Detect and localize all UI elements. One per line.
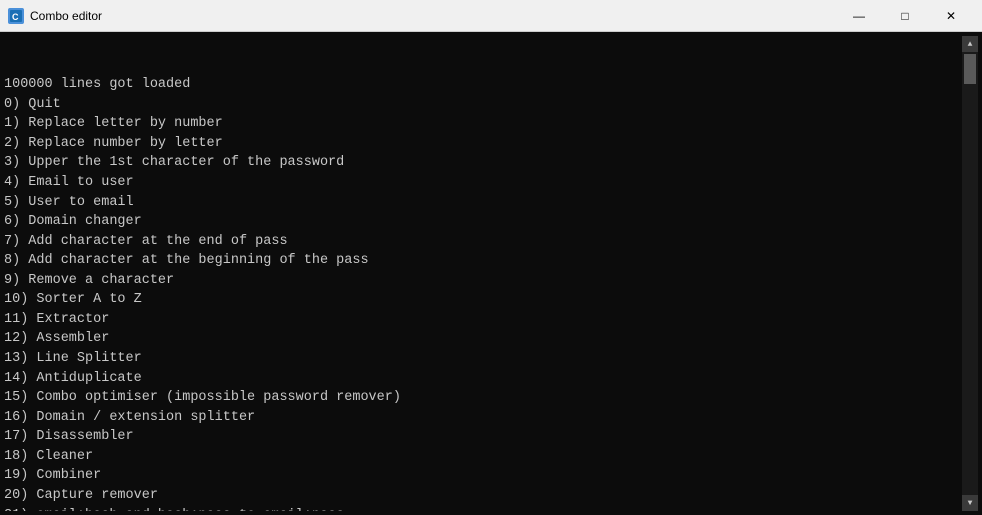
terminal-line: 14) Antiduplicate [4, 369, 962, 389]
terminal-line: 3) Upper the 1st character of the passwo… [4, 153, 962, 173]
terminal-line: 17) Disassembler [4, 427, 962, 447]
window-controls: — □ ✕ [836, 0, 974, 32]
terminal-line: 100000 lines got loaded [4, 75, 962, 95]
scrollbar-thumb[interactable] [964, 54, 976, 84]
title-bar: C Combo editor — □ ✕ [0, 0, 982, 32]
terminal-content: 100000 lines got loaded0) Quit1) Replace… [4, 36, 962, 511]
terminal-line: 7) Add character at the end of pass [4, 232, 962, 252]
terminal-line: 19) Combiner [4, 466, 962, 486]
terminal-line: 13) Line Splitter [4, 349, 962, 369]
window-title: Combo editor [30, 9, 836, 23]
scrollbar-track[interactable] [962, 52, 978, 495]
terminal-line: 20) Capture remover [4, 486, 962, 506]
scroll-up-button[interactable]: ▲ [962, 36, 978, 52]
terminal-line: 1) Replace letter by number [4, 114, 962, 134]
terminal-line: 15) Combo optimiser (impossible password… [4, 388, 962, 408]
terminal-line: 18) Cleaner [4, 447, 962, 467]
close-button[interactable]: ✕ [928, 0, 974, 32]
app-icon: C [8, 8, 24, 24]
terminal-line: 10) Sorter A to Z [4, 290, 962, 310]
svg-text:C: C [12, 12, 19, 22]
scroll-down-button[interactable]: ▼ [962, 495, 978, 511]
terminal-line: 6) Domain changer [4, 212, 962, 232]
terminal-line: 2) Replace number by letter [4, 134, 962, 154]
terminal-line: 5) User to email [4, 193, 962, 213]
terminal-line: 11) Extractor [4, 310, 962, 330]
terminal-line: 0) Quit [4, 95, 962, 115]
terminal-line: 21) email:hash and hash:pass to email:pa… [4, 506, 962, 512]
maximize-button[interactable]: □ [882, 0, 928, 32]
terminal-line: 9) Remove a character [4, 271, 962, 291]
terminal-line: 4) Email to user [4, 173, 962, 193]
minimize-button[interactable]: — [836, 0, 882, 32]
terminal-line: 16) Domain / extension splitter [4, 408, 962, 428]
terminal-line: 12) Assembler [4, 329, 962, 349]
scrollbar[interactable]: ▲ ▼ [962, 36, 978, 511]
terminal-window: 100000 lines got loaded0) Quit1) Replace… [0, 32, 982, 515]
terminal-line: 8) Add character at the beginning of the… [4, 251, 962, 271]
